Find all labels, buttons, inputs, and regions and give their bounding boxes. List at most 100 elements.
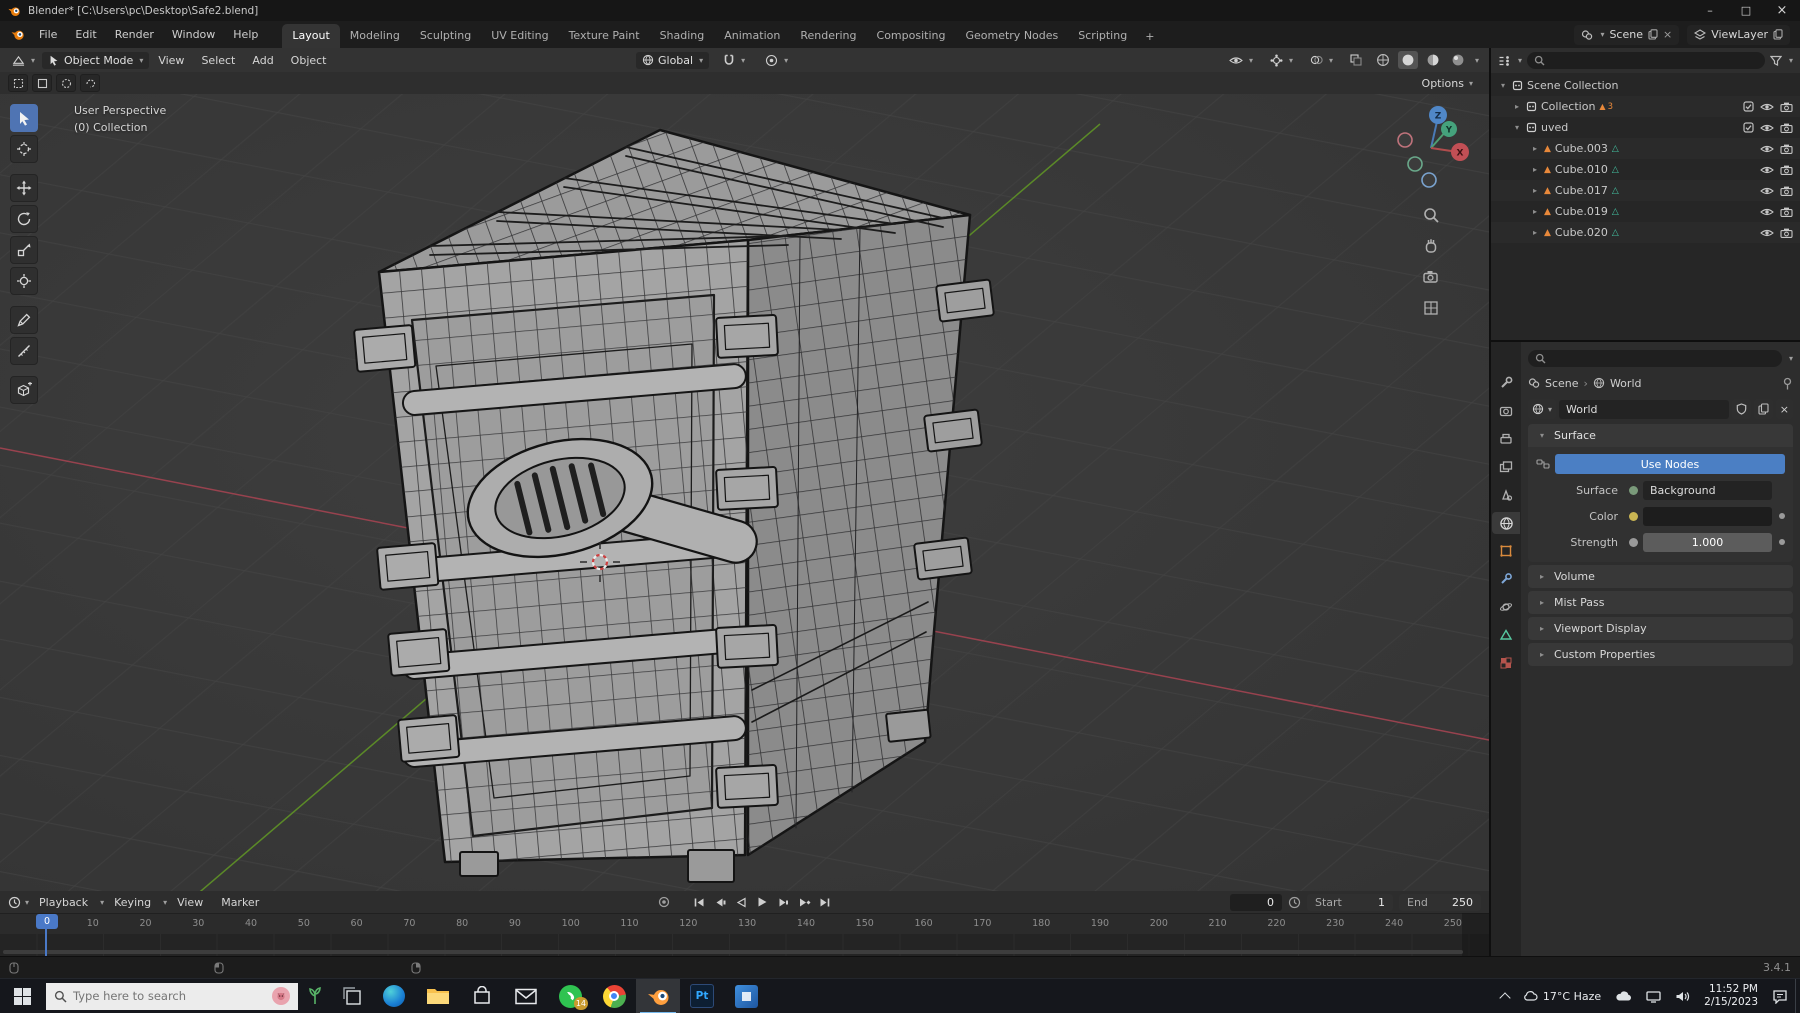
taskbar-plant-icon[interactable]: [298, 979, 332, 1013]
xray-toggle[interactable]: [1344, 52, 1368, 68]
custom-properties-panel-header[interactable]: ▸ Custom Properties: [1528, 643, 1793, 666]
hide-eye-icon[interactable]: [1760, 123, 1774, 133]
unlink-scene-icon[interactable]: ×: [1663, 28, 1672, 41]
select-box-tool[interactable]: [10, 104, 38, 132]
playhead-line[interactable]: [45, 929, 47, 956]
axis-x-negative-handle[interactable]: [1397, 132, 1413, 148]
play-button[interactable]: [754, 894, 771, 910]
render-camera-icon[interactable]: [1780, 228, 1793, 238]
filter-dropdown-icon[interactable]: ▾: [1789, 56, 1793, 65]
next-frame-button[interactable]: [775, 894, 792, 910]
breadcrumb-world[interactable]: World: [1610, 377, 1642, 390]
proportional-dropdown-icon[interactable]: ▾: [784, 56, 788, 65]
workspace-tab-modeling[interactable]: Modeling: [340, 24, 410, 48]
workspace-tab-layout[interactable]: Layout: [282, 24, 340, 48]
use-preview-range-icon[interactable]: [1288, 896, 1301, 909]
outliner-row-scene-collection[interactable]: ▾ Scene Collection: [1491, 75, 1800, 96]
workspace-tab-rendering[interactable]: Rendering: [790, 24, 866, 48]
copy-datablock-button[interactable]: [1753, 399, 1773, 419]
taskbar-app-icon[interactable]: [724, 979, 768, 1013]
axis-y-negative-handle[interactable]: [1407, 156, 1423, 172]
mode-select[interactable]: Object Mode ▾: [42, 51, 150, 69]
start-button[interactable]: [0, 979, 44, 1013]
hide-eye-icon[interactable]: [1760, 186, 1774, 196]
workspace-tab-geometry-nodes[interactable]: Geometry Nodes: [955, 24, 1068, 48]
menu-file[interactable]: File: [31, 28, 65, 41]
outliner-row-uved[interactable]: ▾ uved: [1491, 117, 1800, 138]
overlays-button[interactable]: ▾: [1304, 52, 1339, 68]
outliner-row-collection[interactable]: ▸ Collection ▲ 3: [1491, 96, 1800, 117]
select-mode-box-button[interactable]: [32, 74, 52, 92]
nav-gizmo[interactable]: Z Y X: [1385, 100, 1477, 196]
workspace-tab-texture-paint[interactable]: Texture Paint: [559, 24, 650, 48]
properties-tab-data[interactable]: [1492, 624, 1520, 646]
pan-hand-button[interactable]: [1419, 234, 1443, 258]
new-viewlayer-icon[interactable]: [1773, 29, 1783, 40]
jump-to-end-button[interactable]: [817, 894, 834, 910]
onedrive-icon[interactable]: [1608, 979, 1639, 1013]
current-frame-field[interactable]: 0: [1230, 893, 1282, 911]
properties-search-field[interactable]: [1528, 349, 1782, 367]
maximize-button[interactable]: □: [1728, 0, 1764, 21]
rotate-tool[interactable]: [10, 205, 38, 233]
camera-view-button[interactable]: [1419, 265, 1443, 289]
taskbar-blender-icon[interactable]: [636, 978, 680, 1013]
render-camera-icon[interactable]: [1780, 144, 1793, 154]
unlink-world-button[interactable]: ×: [1775, 399, 1793, 419]
taskbar-chrome-icon[interactable]: [592, 979, 636, 1013]
timeline-scrollbar[interactable]: [3, 950, 1463, 954]
properties-tab-viewlayer[interactable]: [1492, 456, 1520, 478]
next-keyframe-button[interactable]: [796, 894, 813, 910]
menu-edit[interactable]: Edit: [67, 28, 104, 41]
disclosure-icon[interactable]: ▸: [1530, 207, 1540, 216]
workspace-tab-compositing[interactable]: Compositing: [867, 24, 956, 48]
move-tool[interactable]: [10, 174, 38, 202]
menu-render[interactable]: Render: [107, 28, 162, 41]
use-nodes-button[interactable]: Use Nodes: [1555, 454, 1785, 474]
viewport-menu-select[interactable]: Select: [193, 54, 243, 67]
menu-window[interactable]: Window: [164, 28, 223, 41]
viewport-menu-object[interactable]: Object: [283, 54, 335, 67]
shading-wireframe-button[interactable]: [1373, 51, 1393, 69]
render-camera-icon[interactable]: [1780, 186, 1793, 196]
disclosure-icon[interactable]: ▸: [1530, 144, 1540, 153]
scene-selector[interactable]: ▾ Scene ×: [1574, 24, 1680, 45]
workspace-tab-animation[interactable]: Animation: [714, 24, 790, 48]
playhead-handle[interactable]: 0: [36, 914, 58, 929]
cursor-tool[interactable]: [10, 135, 38, 163]
shading-dropdown-icon[interactable]: ▾: [1475, 56, 1479, 65]
disclosure-icon[interactable]: ▾: [1512, 123, 1522, 132]
strength-slider[interactable]: 1.000: [1643, 532, 1772, 552]
properties-filter-dropdown-icon[interactable]: ▾: [1789, 354, 1793, 363]
timeline-menu-playback[interactable]: Playback: [31, 896, 96, 909]
outliner-row-cube[interactable]: ▸ ▲ Cube.003 △: [1491, 138, 1800, 159]
previous-keyframe-button[interactable]: [712, 894, 729, 910]
hide-eye-icon[interactable]: [1760, 207, 1774, 217]
play-reverse-button[interactable]: [733, 894, 750, 910]
disclosure-icon[interactable]: ▸: [1530, 228, 1540, 237]
breadcrumb-scene[interactable]: Scene: [1545, 377, 1579, 390]
workspace-tab-sculpting[interactable]: Sculpting: [410, 24, 481, 48]
menu-help[interactable]: Help: [225, 28, 266, 41]
properties-tab-world[interactable]: [1492, 512, 1520, 534]
gizmos-button[interactable]: ▾: [1264, 52, 1299, 69]
viewlayer-selector[interactable]: ViewLayer: [1687, 24, 1790, 45]
jump-to-start-button[interactable]: [691, 894, 708, 910]
properties-tab-tool[interactable]: [1492, 372, 1520, 394]
timeline-menu-view[interactable]: View: [169, 896, 211, 909]
render-camera-icon[interactable]: [1780, 207, 1793, 217]
select-mode-lasso-button[interactable]: [80, 74, 100, 92]
hidden-icons-chevron[interactable]: [1494, 979, 1516, 1013]
select-mode-circle-button[interactable]: [56, 74, 76, 92]
snap-dropdown-icon[interactable]: ▾: [741, 56, 745, 65]
viewport-menu-add[interactable]: Add: [244, 54, 281, 67]
surface-section-header[interactable]: ▾ Surface: [1528, 424, 1793, 447]
outliner-row-cube[interactable]: ▸ ▲ Cube.010 △: [1491, 159, 1800, 180]
taskbar-edge-icon[interactable]: [372, 979, 416, 1013]
outliner-row-cube[interactable]: ▸ ▲ Cube.017 △: [1491, 180, 1800, 201]
workspace-tab-scripting[interactable]: Scripting: [1068, 24, 1137, 48]
hide-eye-icon[interactable]: [1760, 102, 1774, 112]
outliner-row-cube[interactable]: ▸ ▲ Cube.019 △: [1491, 201, 1800, 222]
workspace-tab-uv-editing[interactable]: UV Editing: [481, 24, 558, 48]
color-swatch-field[interactable]: [1643, 506, 1772, 526]
